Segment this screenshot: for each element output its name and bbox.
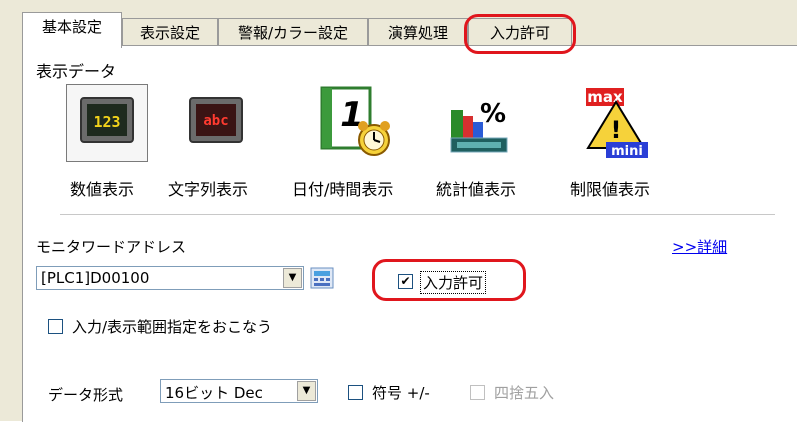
chevron-down-icon[interactable]: ▼: [297, 381, 316, 401]
range-option-checkbox[interactable]: [48, 319, 63, 334]
tab-highlight-ring: [464, 14, 576, 54]
statistics-display-label: 統計値表示: [436, 180, 517, 199]
monitor-address-label: モニタワードアドレス: [36, 238, 187, 256]
statistics-display-icon[interactable]: %: [447, 86, 511, 158]
limit-display-icon[interactable]: max ! mini: [580, 84, 652, 160]
data-format-value: 16ビット Dec: [165, 384, 263, 402]
chevron-down-icon[interactable]: ▼: [283, 268, 302, 288]
round-checkbox[interactable]: [470, 385, 485, 400]
detail-link[interactable]: >>詳細: [672, 236, 727, 257]
data-format-combo[interactable]: 16ビット Dec ▼: [160, 379, 318, 403]
svg-text:123: 123: [93, 113, 120, 131]
numeric-display-icon[interactable]: 123: [77, 92, 137, 152]
address-input-keypad-icon[interactable]: [310, 267, 334, 289]
tab-basic-settings[interactable]: 基本設定: [22, 12, 122, 48]
round-label: 四捨五入: [494, 384, 555, 402]
date-time-display-label: 日付/時間表示: [292, 180, 394, 199]
svg-text:%: %: [480, 99, 506, 129]
monitor-address-value: [PLC1]D00100: [41, 269, 150, 287]
data-format-label: データ形式: [48, 386, 124, 404]
string-display-icon[interactable]: abc: [186, 92, 246, 152]
numeric-display-label: 数値表示: [70, 180, 135, 199]
sign-label: 符号 +/-: [372, 384, 430, 402]
date-time-display-icon[interactable]: 1: [318, 84, 394, 160]
input-permit-highlight-ring: [372, 259, 526, 301]
limit-display-label: 制限値表示: [570, 180, 651, 199]
sign-checkbox[interactable]: [348, 385, 363, 400]
range-option-label: 入力/表示範囲指定をおこなう: [72, 318, 273, 336]
dialog-panel: 基本設定 表示設定 警報/カラー設定 演算処理 入力許可 表示データ 123 a…: [0, 0, 797, 422]
tab-alarm-color-settings[interactable]: 警報/カラー設定: [218, 18, 368, 46]
display-data-heading: 表示データ: [36, 62, 117, 81]
tab-display-settings[interactable]: 表示設定: [122, 18, 218, 46]
string-display-label: 文字列表示: [168, 180, 249, 199]
tab-operation-processing[interactable]: 演算処理: [368, 18, 468, 46]
svg-text:mini: mini: [611, 144, 643, 159]
svg-text:!: !: [611, 116, 622, 144]
monitor-address-combo[interactable]: [PLC1]D00100 ▼: [36, 266, 304, 290]
section-divider: [60, 214, 775, 215]
svg-text:abc: abc: [203, 113, 228, 129]
